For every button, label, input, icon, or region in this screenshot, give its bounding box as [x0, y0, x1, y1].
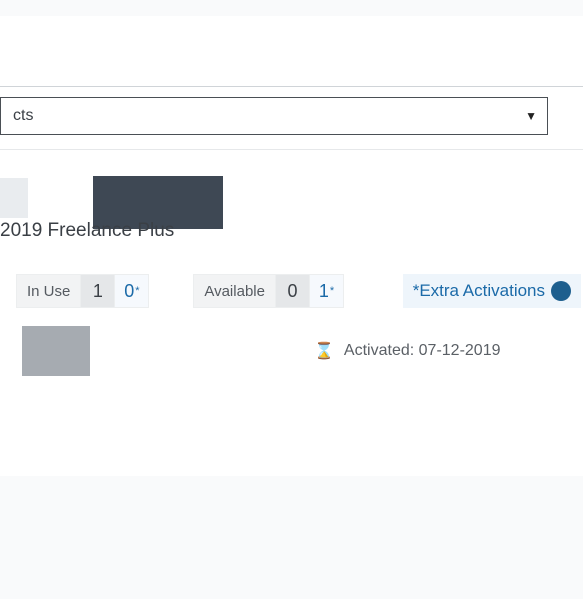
available-extra: 1* — [309, 275, 343, 307]
extra-activations-label: *Extra Activations — [413, 281, 545, 301]
device-thumbnail[interactable] — [22, 326, 90, 376]
info-icon — [551, 281, 571, 301]
activation-status: ⌛ Activated: 07-12-2019 — [314, 341, 500, 361]
available-count: 0 — [275, 275, 309, 307]
hourglass-icon: ⌛ — [314, 341, 334, 361]
dropdown-selected-text: cts — [13, 107, 33, 125]
product-title: 2019 Freelance Plus — [0, 220, 174, 242]
extra-activations-info[interactable]: *Extra Activations — [403, 274, 581, 308]
in-use-count: 1 — [80, 275, 114, 307]
available-stat: Available 0 1* — [193, 274, 344, 308]
activated-label: Activated: — [344, 342, 414, 359]
product-logo-placeholder — [0, 178, 28, 218]
product-filter-dropdown[interactable]: cts ▼ — [0, 97, 548, 135]
product-filter-row: cts ▼ — [0, 87, 583, 150]
product-card: 2019 Freelance Plus In Use 1 0* Availabl… — [0, 150, 583, 376]
chevron-down-icon: ▼ — [525, 109, 537, 123]
in-use-stat: In Use 1 0* — [16, 274, 149, 308]
activated-date: 07-12-2019 — [419, 342, 501, 359]
available-label: Available — [194, 275, 275, 307]
in-use-label: In Use — [17, 275, 80, 307]
in-use-extra: 0* — [114, 275, 148, 307]
